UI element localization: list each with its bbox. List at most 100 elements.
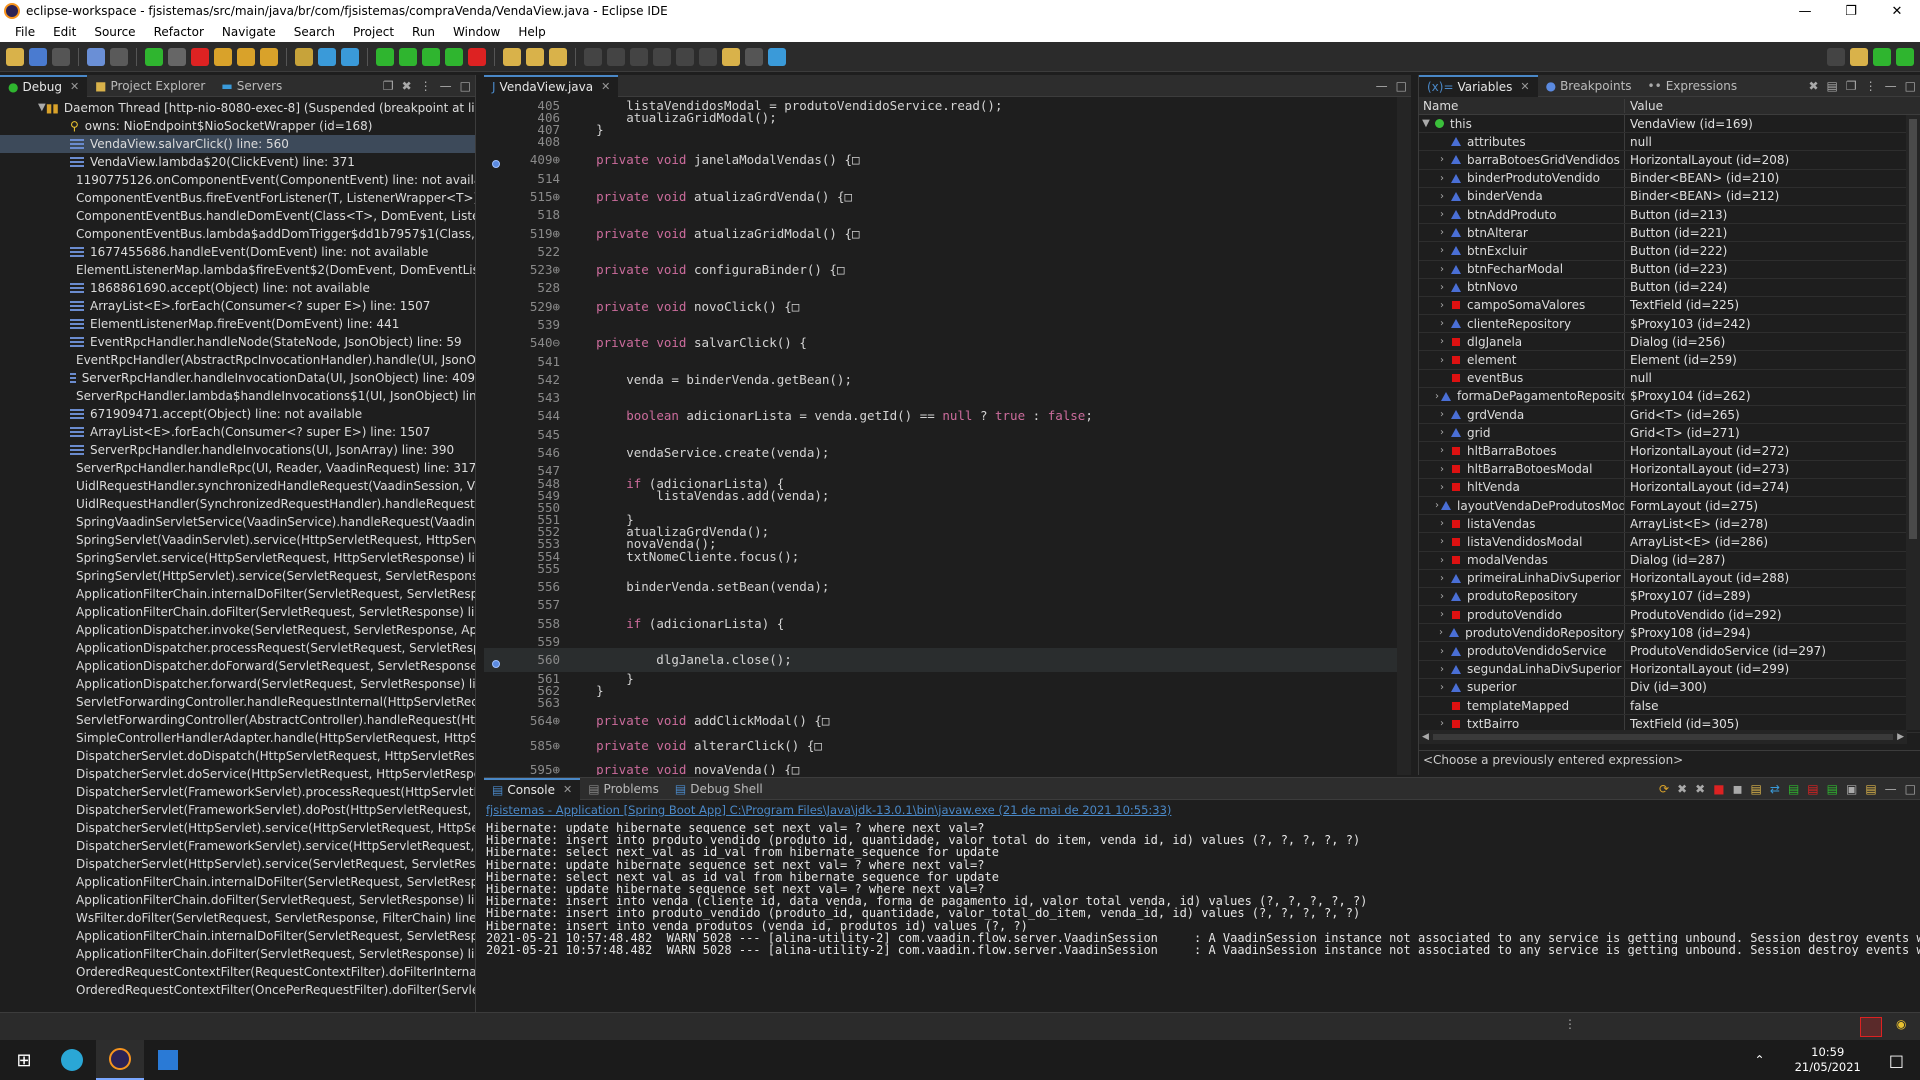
block-selection-icon[interactable] <box>630 47 648 66</box>
stack-frame-row[interactable]: ServerRpcHandler.handleInvocations(UI, J… <box>0 441 475 459</box>
pencil-icon[interactable] <box>607 47 625 66</box>
remove-all-icon[interactable]: ✖ <box>1808 79 1818 93</box>
menu-file[interactable]: File <box>6 25 44 39</box>
close-icon[interactable]: ✕ <box>563 783 572 796</box>
forward-icon[interactable] <box>745 47 763 66</box>
stack-frame-row[interactable]: ServletForwardingController.handleReques… <box>0 693 475 711</box>
scroll-lock-icon[interactable]: ▤ <box>1751 782 1762 796</box>
stack-frame-row[interactable]: ServerRpcHandler.lambda$handleInvocation… <box>0 387 475 405</box>
tab-problems[interactable]: ▤ Problems <box>580 778 667 800</box>
terminate-icon[interactable]: ■ <box>1713 782 1724 796</box>
stack-frame-row[interactable]: ApplicationFilterChain.doFilter(ServletR… <box>0 603 475 621</box>
stack-frame-row[interactable]: 1868861690.accept(Object) line: not avai… <box>0 279 475 297</box>
stack-frame-row[interactable]: OrderedRequestContextFilter(RequestConte… <box>0 963 475 981</box>
chevron-right-icon[interactable]: › <box>1435 536 1449 547</box>
new-icon[interactable] <box>6 47 24 66</box>
menu-edit[interactable]: Edit <box>44 25 85 39</box>
code-line[interactable]: 528 <box>484 280 1411 295</box>
menu-source[interactable]: Source <box>85 25 144 39</box>
stack-frame-row[interactable]: VendaView.salvarClick() line: 560 <box>0 135 475 153</box>
stack-frame-row[interactable]: 671909471.accept(Object) line: not avail… <box>0 405 475 423</box>
code-line[interactable]: 514 <box>484 171 1411 186</box>
chevron-right-icon[interactable]: › <box>1435 518 1449 529</box>
back-icon[interactable] <box>722 47 740 66</box>
variable-row[interactable]: › produtoRepository $Proxy107 (id=289) <box>1419 587 1920 607</box>
stack-frame-row[interactable]: DispatcherServlet(HttpServlet).service(S… <box>0 855 475 873</box>
tab-console[interactable]: ▤ Console ✕ <box>484 778 581 800</box>
stack-frame-row[interactable]: DispatcherServlet(FrameworkServlet).doPo… <box>0 801 475 819</box>
java-perspective-icon[interactable] <box>1873 47 1891 66</box>
show-on-stderr-icon[interactable]: ▤ <box>1807 782 1818 796</box>
suspend-icon[interactable] <box>168 47 186 66</box>
variable-row[interactable]: › formaDePagamentoRepository $Proxy104 (id… <box>1419 387 1920 406</box>
skip-breakpoints-icon[interactable] <box>110 47 128 66</box>
variable-row[interactable]: › btnFecharModal Button (id=223) <box>1419 260 1920 279</box>
search-icon[interactable] <box>549 47 567 66</box>
stack-frame-row[interactable]: ApplicationFilterChain.doFilter(ServletR… <box>0 891 475 909</box>
coverage-icon[interactable] <box>422 47 440 66</box>
menu-window[interactable]: Window <box>444 25 509 39</box>
stack-frame-row[interactable]: UidlRequestHandler.synchronizedHandleReq… <box>0 477 475 495</box>
show-on-stdout-icon[interactable]: ▤ <box>1788 782 1799 796</box>
stack-frame-row[interactable]: DispatcherServlet.doDispatch(HttpServlet… <box>0 747 475 765</box>
maximize-view-icon[interactable]: □ <box>460 79 471 93</box>
debug-icon[interactable] <box>376 47 394 66</box>
variable-row[interactable]: › grdVenda Grid<T> (id=265) <box>1419 406 1920 425</box>
variable-row[interactable]: › layoutVendaDeProdutosModal FormLayout (i… <box>1419 496 1920 516</box>
code-line[interactable]: 554 txtNomeCliente.focus(); <box>484 549 1411 564</box>
stack-frame-row[interactable]: ApplicationDispatcher.forward(ServletReq… <box>0 675 475 693</box>
variable-row[interactable]: › produtoVendidoService ProdutoVendidoServ… <box>1419 642 1920 661</box>
variable-row[interactable]: › btnExcluir Button (id=222) <box>1419 242 1920 261</box>
stack-frame-row[interactable]: ArrayList<E>.forEach(Consumer<? super E>… <box>0 423 475 441</box>
stack-frame-row[interactable]: ComponentEventBus.fireEventForListener(T… <box>0 189 475 207</box>
code-line[interactable]: 560 dlgJanela.close(); <box>484 647 1411 672</box>
save-all-icon[interactable] <box>52 47 70 66</box>
variable-row[interactable]: › hltBarraBotoesModal HorizontalLayout (id… <box>1419 460 1920 479</box>
code-line[interactable]: 545 <box>484 427 1411 442</box>
tab-debug-shell[interactable]: ▤ Debug Shell <box>667 778 771 800</box>
variable-row[interactable]: › clienteRepository $Proxy103 (id=242) <box>1419 315 1920 334</box>
chevron-right-icon[interactable]: › <box>1435 336 1449 347</box>
code-line[interactable]: 519⊕ private void atualizaGridModal() {□ <box>484 221 1411 245</box>
tab-breakpoints[interactable]: ● Breakpoints <box>1538 75 1640 97</box>
chevron-right-icon[interactable]: › <box>1435 627 1447 638</box>
stack-frame-row[interactable]: ApplicationDispatcher.invoke(ServletRequ… <box>0 621 475 639</box>
menu-run[interactable]: Run <box>403 25 444 39</box>
variable-row[interactable]: attributes null <box>1419 133 1920 152</box>
edge-browser-icon[interactable] <box>48 1040 96 1080</box>
menu-navigate[interactable]: Navigate <box>213 25 285 39</box>
chevron-right-icon[interactable]: › <box>1435 282 1449 293</box>
variable-row[interactable]: templateMapped false <box>1419 697 1920 716</box>
console-output[interactable]: Hibernate: update hibernate_sequence set… <box>484 820 1920 956</box>
chevron-up-icon[interactable]: ⌃ <box>1755 1053 1765 1067</box>
chevron-right-icon[interactable]: ▶ <box>1897 732 1904 742</box>
stack-frame-row[interactable]: ServerRpcHandler.handleRpc(UI, Reader, V… <box>0 459 475 477</box>
stack-frame-row[interactable]: EventRpcHandler(AbstractRpcInvocationHan… <box>0 351 475 369</box>
chevron-right-icon[interactable]: › <box>1435 609 1449 620</box>
variable-row[interactable]: › btnNovo Button (id=224) <box>1419 278 1920 297</box>
remove-launch-icon[interactable]: ✖ <box>1677 782 1687 796</box>
code-line[interactable]: 556 binderVenda.setBean(venda); <box>484 574 1411 598</box>
prev-annotation-icon[interactable] <box>699 47 717 66</box>
chevron-right-icon[interactable]: › <box>1435 191 1449 202</box>
chevron-right-icon[interactable]: › <box>1435 464 1449 475</box>
editor-scrollbar[interactable] <box>1397 97 1411 775</box>
minimize-view-icon[interactable]: — <box>1376 79 1388 93</box>
variable-row[interactable]: eventBus null <box>1419 369 1920 388</box>
code-line[interactable]: 539 <box>484 317 1411 332</box>
variable-row[interactable]: › dlgJanela Dialog (id=256) <box>1419 333 1920 352</box>
chevron-right-icon[interactable]: › <box>1435 482 1449 493</box>
refresh-icon[interactable]: ⟳ <box>1659 782 1669 796</box>
paragraph-icon[interactable] <box>653 47 671 66</box>
stack-frame-row[interactable]: ApplicationFilterChain.internalDoFilter(… <box>0 585 475 603</box>
expression-input[interactable]: <Choose a previously entered expression> <box>1419 750 1920 768</box>
word-wrap-icon[interactable]: ⇄ <box>1770 782 1780 796</box>
chevron-right-icon[interactable]: › <box>1435 300 1449 311</box>
close-icon[interactable]: ✕ <box>1520 80 1529 93</box>
variable-row[interactable]: › binderVenda Binder<BEAN> (id=212) <box>1419 187 1920 206</box>
quick-access-search-icon[interactable] <box>1827 47 1845 66</box>
menu-search[interactable]: Search <box>285 25 344 39</box>
code-line[interactable]: 540⊖ private void salvarClick() { <box>484 331 1411 355</box>
stack-frame-row[interactable]: ApplicationFilterChain.doFilter(ServletR… <box>0 945 475 963</box>
variable-row[interactable]: › grid Grid<T> (id=271) <box>1419 424 1920 443</box>
